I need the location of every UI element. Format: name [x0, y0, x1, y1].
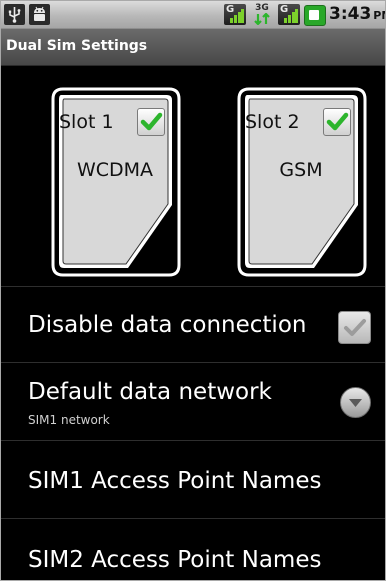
pref-disable-data-connection[interactable]: Disable data connection — [1, 286, 385, 363]
pref-label: SIM2 Access Point Names — [28, 547, 322, 573]
sim-card-slot-1[interactable]: Slot 1 WCDMA — [51, 87, 181, 277]
usb-icon — [4, 4, 25, 25]
checkbox-checked-icon[interactable] — [338, 311, 371, 344]
android-debug-icon — [29, 4, 50, 25]
pref-label: Disable data connection — [28, 312, 307, 338]
sim-network-type: WCDMA — [76, 159, 154, 181]
pref-default-data-network[interactable]: Default data network SIM1 network — [1, 362, 385, 441]
status-clock: 3:43PM — [329, 4, 385, 24]
pref-sim1-apn[interactable]: SIM1 Access Point Names — [1, 440, 385, 519]
sim-network-type: GSM — [279, 159, 323, 181]
sim-slot-label: Slot 1 — [59, 111, 114, 133]
pref-summary: SIM1 network — [28, 413, 110, 427]
sim2-signal-icon: G — [278, 4, 300, 25]
3g-data-icon: 3G — [251, 3, 273, 26]
pref-label: SIM1 Access Point Names — [28, 468, 322, 494]
sim1-signal-icon: G — [224, 4, 246, 25]
sim-slot-label: Slot 2 — [245, 111, 300, 133]
pref-label: Default data network — [28, 379, 272, 405]
sim-card-slot-2[interactable]: Slot 2 GSM — [237, 87, 367, 277]
dropdown-arrow-icon[interactable] — [340, 387, 371, 418]
phone-screen: G 3G G 3:43 P Dual Sim Settings Slot 1 W… — [0, 0, 386, 581]
battery-icon — [304, 5, 326, 26]
pref-sim2-apn[interactable]: SIM2 Access Point Names — [1, 518, 385, 580]
sim1-enabled-check-icon[interactable] — [137, 108, 165, 136]
sim2-enabled-check-icon[interactable] — [323, 108, 351, 136]
status-bar[interactable]: G 3G G 3:43 P — [1, 1, 385, 29]
page-title: Dual Sim Settings — [6, 38, 148, 54]
title-bar: Dual Sim Settings — [1, 29, 385, 66]
